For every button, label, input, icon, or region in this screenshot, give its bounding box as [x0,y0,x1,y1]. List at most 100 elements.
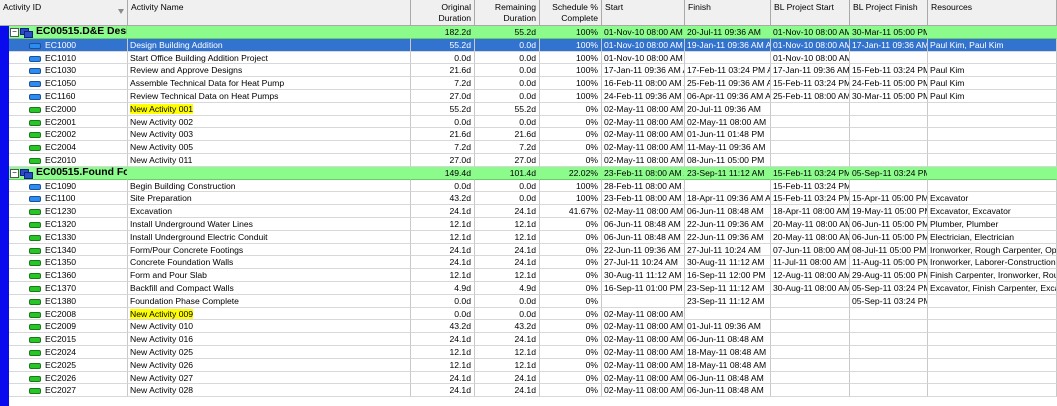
activity-name-cell[interactable]: New Activity 001 [128,102,411,116]
start-cell[interactable]: 02-May-11 08:00 AM [602,320,685,334]
finish-cell[interactable]: 06-Apr-11 09:36 AM A [685,89,771,103]
resources-cell[interactable] [928,384,1057,398]
start-cell[interactable]: 27-Jul-11 10:24 AM [602,256,685,270]
original-duration-cell[interactable]: 12.1d [411,230,475,244]
finish-cell[interactable]: 02-May-11 08:00 AM [685,115,771,129]
bl-start-cell[interactable] [771,320,850,334]
col-remaining-duration[interactable]: Remaining Duration [475,0,540,25]
activity-row[interactable]: EC1050 Assemble Technical Data for Heat P… [0,77,1057,90]
finish-cell[interactable] [685,51,771,65]
start-cell[interactable]: 02-May-11 08:00 AM [602,358,685,372]
start-cell[interactable]: 23-Feb-11 08:00 AM A [602,192,685,206]
activity-row[interactable]: EC2027 New Activity 028 24.1d 24.1d 0% 02-May… [0,384,1057,398]
resources-cell[interactable] [928,153,1057,167]
wbs-group-row[interactable]: − EC00515.Found Foundation 149.4d101.4d22.… [0,166,1057,180]
bl-start-cell[interactable] [771,333,850,346]
schedule-pct-cell[interactable]: 0% [540,333,602,346]
activity-row[interactable]: EC1100 Site Preparation 43.2d 0.0d 100% 23-Fe… [0,192,1057,206]
col-start[interactable]: Start [602,0,685,25]
bl-start-cell[interactable] [771,115,850,129]
bl-finish-cell[interactable]: 06-Jun-11 05:00 PM [850,230,928,244]
activity-name-cell[interactable]: New Activity 027 [128,371,411,385]
resources-cell[interactable]: Paul Kim, Paul Kim [928,38,1057,52]
remaining-duration-cell[interactable]: 27.0d [475,153,540,167]
remaining-duration-cell[interactable]: 0.0d [475,89,540,103]
remaining-duration-cell[interactable]: 0.0d [475,51,540,65]
activity-name-cell[interactable]: Assemble Technical Data for Heat Pump [128,77,411,90]
activity-name-cell[interactable]: New Activity 025 [128,345,411,359]
bl-start-cell[interactable]: 15-Feb-11 03:24 PM [771,192,850,206]
remaining-duration-cell[interactable]: 0.0d [475,64,540,78]
schedule-pct-cell[interactable]: 100% [540,179,602,193]
remaining-duration-cell[interactable]: 0.0d [475,192,540,206]
activity-name-cell[interactable]: New Activity 002 [128,115,411,129]
original-duration-cell[interactable]: 27.0d [411,153,475,167]
start-cell[interactable]: 02-May-11 08:00 AM [602,115,685,129]
finish-cell[interactable]: 20-Jul-11 09:36 AM [685,102,771,116]
bl-start-cell[interactable]: 01-Nov-10 08:00 AM [771,38,850,52]
original-duration-cell[interactable]: 12.1d [411,269,475,282]
bl-finish-cell[interactable]: 08-Jul-11 05:00 PM [850,243,928,257]
bl-finish-cell[interactable]: 11-Aug-11 05:00 PM [850,256,928,270]
activity-name-cell[interactable]: Concrete Foundation Walls [128,256,411,270]
activity-row[interactable]: EC1330 Install Underground Electric Condu… [0,230,1057,244]
start-cell[interactable]: 02-May-11 08:00 AM [602,371,685,385]
activity-row[interactable]: EC1380 Foundation Phase Complete 0.0d 0.0d 0… [0,294,1057,308]
original-duration-cell[interactable]: 55.2d [411,38,475,52]
resources-cell[interactable] [928,51,1057,65]
remaining-duration-cell[interactable]: 0.0d [475,307,540,321]
start-cell[interactable]: 06-Jun-11 08:48 AM [602,230,685,244]
activity-name-cell[interactable]: Foundation Phase Complete [128,294,411,308]
bl-start-cell[interactable] [771,141,850,154]
activity-name-cell[interactable]: Backfill and Compact Walls [128,281,411,295]
remaining-duration-cell[interactable]: 55.2d [475,102,540,116]
activity-row[interactable]: EC2004 New Activity 005 7.2d 7.2d 0% 02-May-1… [0,141,1057,154]
resources-cell[interactable]: Paul Kim [928,89,1057,103]
start-cell[interactable]: 02-May-11 08:00 AM [602,384,685,398]
schedule-pct-cell[interactable]: 0% [540,358,602,372]
col-bl-start[interactable]: BL Project Start [771,0,850,25]
bl-finish-cell[interactable] [850,179,928,193]
bl-finish-cell[interactable] [850,345,928,359]
start-cell[interactable]: 01-Nov-10 08:00 AM A [602,51,685,65]
original-duration-cell[interactable]: 24.1d [411,205,475,218]
activity-row[interactable]: EC2002 New Activity 003 21.6d 21.6d 0% 02-May… [0,128,1057,142]
remaining-duration-cell[interactable]: 12.1d [475,269,540,282]
bl-finish-cell[interactable]: 17-Jan-11 09:36 AM [850,38,928,52]
schedule-pct-cell[interactable]: 0% [540,307,602,321]
finish-cell[interactable] [685,307,771,321]
bl-finish-cell[interactable]: 29-Aug-11 05:00 PM [850,269,928,282]
resources-cell[interactable] [928,102,1057,116]
bl-start-cell[interactable]: 20-May-11 08:00 AM [771,230,850,244]
resources-cell[interactable] [928,358,1057,372]
bl-start-cell[interactable] [771,128,850,142]
bl-start-cell[interactable]: 30-Aug-11 08:00 AM [771,281,850,295]
resources-cell[interactable]: Paul Kim [928,64,1057,78]
schedule-pct-cell[interactable]: 100% [540,89,602,103]
activity-row[interactable]: EC2025 New Activity 026 12.1d 12.1d 0% 02-May… [0,358,1057,372]
activity-name-cell[interactable]: Form and Pour Slab [128,269,411,282]
finish-cell[interactable]: 16-Sep-11 12:00 PM [685,269,771,282]
bl-finish-cell[interactable] [850,307,928,321]
bl-start-cell[interactable] [771,153,850,167]
start-cell[interactable]: 28-Feb-11 08:00 AM A [602,179,685,193]
original-duration-cell[interactable]: 7.2d [411,141,475,154]
activity-row[interactable]: EC2001 New Activity 002 0.0d 0.0d 0% 02-May-1… [0,115,1057,129]
activity-name-cell[interactable]: New Activity 010 [128,320,411,334]
finish-cell[interactable]: 08-Jun-11 05:00 PM [685,153,771,167]
bl-finish-cell[interactable]: 24-Feb-11 05:00 PM [850,77,928,90]
remaining-duration-cell[interactable]: 12.1d [475,358,540,372]
finish-cell[interactable]: 01-Jul-11 09:36 AM [685,320,771,334]
bl-finish-cell[interactable] [850,141,928,154]
remaining-duration-cell[interactable]: 21.6d [475,128,540,142]
col-activity-id[interactable]: Activity ID [0,0,128,25]
original-duration-cell[interactable]: 55.2d [411,102,475,116]
finish-cell[interactable]: 18-May-11 08:48 AM [685,358,771,372]
bl-finish-cell[interactable]: 15-Apr-11 05:00 PM [850,192,928,206]
activity-name-cell[interactable]: New Activity 005 [128,141,411,154]
activity-name-cell[interactable]: Install Underground Electric Conduit [128,230,411,244]
activity-name-cell[interactable]: New Activity 011 [128,153,411,167]
start-cell[interactable]: 02-May-11 08:00 AM [602,345,685,359]
start-cell[interactable]: 24-Feb-11 09:36 AM A [602,89,685,103]
activity-row[interactable]: EC2026 New Activity 027 24.1d 24.1d 0% 02-May… [0,371,1057,385]
